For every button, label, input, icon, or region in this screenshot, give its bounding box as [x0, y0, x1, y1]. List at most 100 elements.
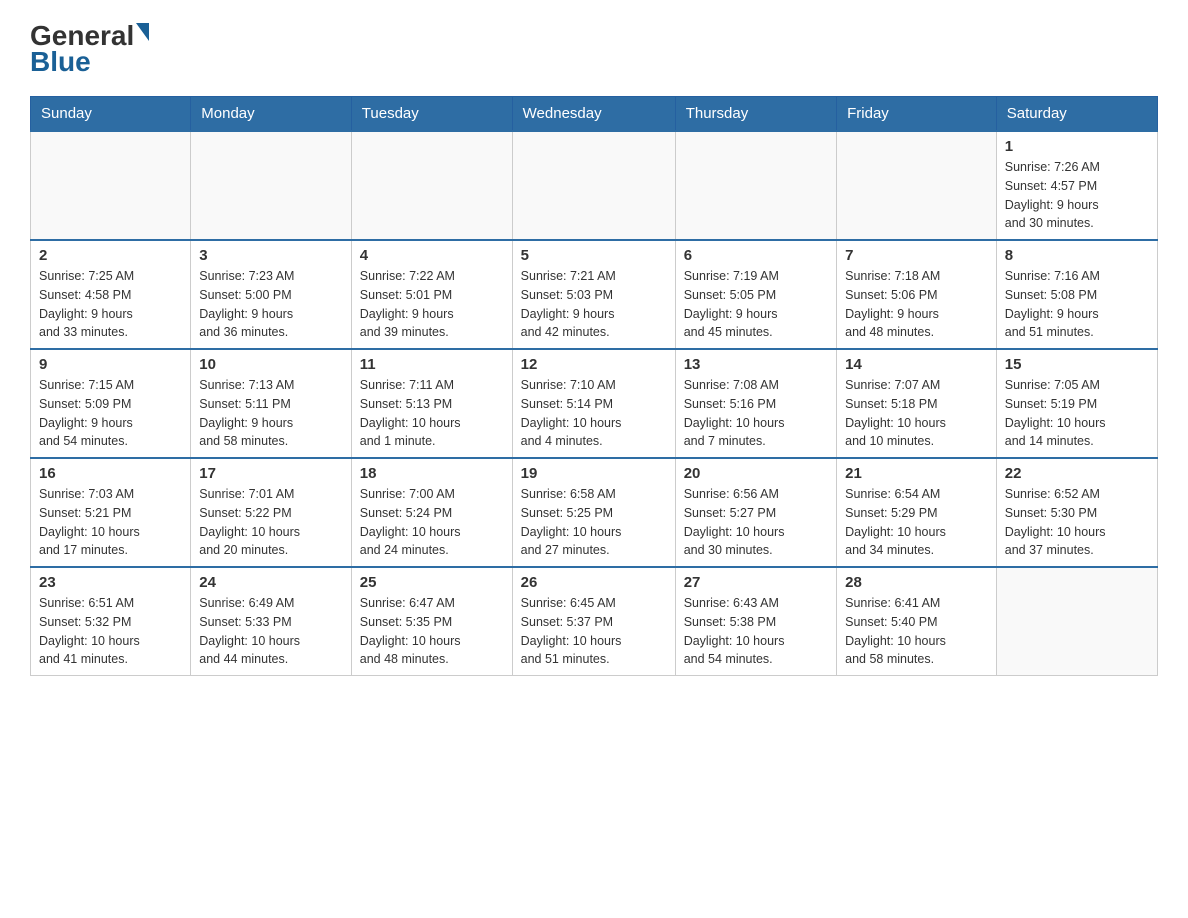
calendar-cell: 12 Sunrise: 7:10 AM Sunset: 5:14 PM Dayli…: [512, 349, 675, 458]
calendar-cell: 18 Sunrise: 7:00 AM Sunset: 5:24 PM Dayli…: [351, 458, 512, 567]
day-number: 26: [521, 574, 667, 591]
day-number: 22: [1005, 465, 1149, 482]
calendar-cell: [996, 567, 1157, 676]
day-of-week-header: Wednesday: [512, 97, 675, 132]
day-info: Sunrise: 7:00 AM Sunset: 5:24 PM Dayligh…: [360, 485, 504, 560]
calendar-cell: 17Sunrise: 7:01 AM Sunset: 5:22 PM Dayli…: [191, 458, 352, 567]
calendar-cell: 25Sunrise: 6:47 AM Sunset: 5:35 PM Dayli…: [351, 567, 512, 676]
day-number: 23: [39, 574, 182, 591]
day-info: Sunrise: 6:51 AM Sunset: 5:32 PM Dayligh…: [39, 594, 182, 669]
logo-blue-text: Blue: [30, 46, 91, 77]
calendar-header-row: SundayMondayTuesdayWednesdayThursdayFrid…: [31, 97, 1158, 132]
day-info: Sunrise: 6:58 AM Sunset: 5:25 PM Dayligh…: [521, 485, 667, 560]
calendar-cell: 9 Sunrise: 7:15 AM Sunset: 5:09 PM Daylig…: [31, 349, 191, 458]
day-info: Sunrise: 7:26 AM Sunset: 4:57 PM Dayligh…: [1005, 158, 1149, 233]
day-number: 27: [684, 574, 828, 591]
day-info: Sunrise: 7:07 AM Sunset: 5:18 PM Dayligh…: [845, 376, 988, 451]
calendar-cell: 26 Sunrise: 6:45 AM Sunset: 5:37 PM Dayli…: [512, 567, 675, 676]
calendar-cell: [31, 131, 191, 240]
calendar-cell: 4 Sunrise: 7:22 AM Sunset: 5:01 PM Daylig…: [351, 240, 512, 349]
day-of-week-header: Tuesday: [351, 97, 512, 132]
calendar-cell: 14 Sunrise: 7:07 AM Sunset: 5:18 PM Dayli…: [837, 349, 997, 458]
day-number: 18: [360, 465, 504, 482]
day-number: 11: [360, 356, 504, 373]
calendar-cell: 22 Sunrise: 6:52 AM Sunset: 5:30 PM Dayli…: [996, 458, 1157, 567]
calendar-week-row: 2 Sunrise: 7:25 AM Sunset: 4:58 PM Daylig…: [31, 240, 1158, 349]
calendar-cell: 15 Sunrise: 7:05 AM Sunset: 5:19 PM Dayli…: [996, 349, 1157, 458]
day-of-week-header: Monday: [191, 97, 352, 132]
calendar-cell: 1 Sunrise: 7:26 AM Sunset: 4:57 PM Daylig…: [996, 131, 1157, 240]
day-info: Sunrise: 7:18 AM Sunset: 5:06 PM Dayligh…: [845, 267, 988, 342]
day-info: Sunrise: 6:56 AM Sunset: 5:27 PM Dayligh…: [684, 485, 828, 560]
day-number: 19: [521, 465, 667, 482]
day-info: Sunrise: 7:05 AM Sunset: 5:19 PM Dayligh…: [1005, 376, 1149, 451]
calendar-cell: 5Sunrise: 7:21 AM Sunset: 5:03 PM Daylig…: [512, 240, 675, 349]
calendar-cell: [837, 131, 997, 240]
calendar-cell: [512, 131, 675, 240]
day-info: Sunrise: 6:45 AM Sunset: 5:37 PM Dayligh…: [521, 594, 667, 669]
day-of-week-header: Saturday: [996, 97, 1157, 132]
calendar-table: SundayMondayTuesdayWednesdayThursdayFrid…: [30, 96, 1158, 676]
calendar-week-row: 1 Sunrise: 7:26 AM Sunset: 4:57 PM Daylig…: [31, 131, 1158, 240]
calendar-cell: 27 Sunrise: 6:43 AM Sunset: 5:38 PM Dayli…: [675, 567, 836, 676]
day-info: Sunrise: 6:49 AM Sunset: 5:33 PM Dayligh…: [199, 594, 343, 669]
day-info: Sunrise: 7:15 AM Sunset: 5:09 PM Dayligh…: [39, 376, 182, 451]
calendar-cell: [675, 131, 836, 240]
calendar-cell: 20 Sunrise: 6:56 AM Sunset: 5:27 PM Dayli…: [675, 458, 836, 567]
calendar-cell: 11 Sunrise: 7:11 AM Sunset: 5:13 PM Dayli…: [351, 349, 512, 458]
day-number: 12: [521, 356, 667, 373]
calendar-week-row: 16 Sunrise: 7:03 AM Sunset: 5:21 PM Dayli…: [31, 458, 1158, 567]
day-info: Sunrise: 6:47 AM Sunset: 5:35 PM Dayligh…: [360, 594, 504, 669]
calendar-cell: 13 Sunrise: 7:08 AM Sunset: 5:16 PM Dayli…: [675, 349, 836, 458]
day-info: Sunrise: 7:22 AM Sunset: 5:01 PM Dayligh…: [360, 267, 504, 342]
day-number: 15: [1005, 356, 1149, 373]
day-number: 8: [1005, 247, 1149, 264]
calendar-cell: [191, 131, 352, 240]
day-info: Sunrise: 7:10 AM Sunset: 5:14 PM Dayligh…: [521, 376, 667, 451]
calendar-cell: 24Sunrise: 6:49 AM Sunset: 5:33 PM Dayli…: [191, 567, 352, 676]
day-number: 2: [39, 247, 182, 264]
day-number: 13: [684, 356, 828, 373]
calendar-cell: 3Sunrise: 7:23 AM Sunset: 5:00 PM Daylig…: [191, 240, 352, 349]
day-number: 4: [360, 247, 504, 264]
calendar-cell: 8 Sunrise: 7:16 AM Sunset: 5:08 PM Daylig…: [996, 240, 1157, 349]
calendar-cell: 6 Sunrise: 7:19 AM Sunset: 5:05 PM Daylig…: [675, 240, 836, 349]
day-info: Sunrise: 7:25 AM Sunset: 4:58 PM Dayligh…: [39, 267, 182, 342]
day-number: 5: [521, 247, 667, 264]
day-info: Sunrise: 6:52 AM Sunset: 5:30 PM Dayligh…: [1005, 485, 1149, 560]
day-info: Sunrise: 7:11 AM Sunset: 5:13 PM Dayligh…: [360, 376, 504, 451]
logo-arrow-icon: [136, 23, 149, 41]
calendar-cell: 23 Sunrise: 6:51 AM Sunset: 5:32 PM Dayli…: [31, 567, 191, 676]
page-header: General Blue: [30, 20, 1158, 78]
calendar-cell: 2 Sunrise: 7:25 AM Sunset: 4:58 PM Daylig…: [31, 240, 191, 349]
calendar-cell: 7 Sunrise: 7:18 AM Sunset: 5:06 PM Daylig…: [837, 240, 997, 349]
day-number: 7: [845, 247, 988, 264]
day-number: 16: [39, 465, 182, 482]
calendar-week-row: 9 Sunrise: 7:15 AM Sunset: 5:09 PM Daylig…: [31, 349, 1158, 458]
day-info: Sunrise: 7:08 AM Sunset: 5:16 PM Dayligh…: [684, 376, 828, 451]
calendar-cell: 16 Sunrise: 7:03 AM Sunset: 5:21 PM Dayli…: [31, 458, 191, 567]
day-of-week-header: Sunday: [31, 97, 191, 132]
calendar-cell: [351, 131, 512, 240]
day-number: 9: [39, 356, 182, 373]
calendar-cell: 10 Sunrise: 7:13 AM Sunset: 5:11 PM Dayli…: [191, 349, 352, 458]
day-number: 21: [845, 465, 988, 482]
day-number: 10: [199, 356, 343, 373]
calendar-week-row: 23 Sunrise: 6:51 AM Sunset: 5:32 PM Dayli…: [31, 567, 1158, 676]
day-info: Sunrise: 7:03 AM Sunset: 5:21 PM Dayligh…: [39, 485, 182, 560]
day-of-week-header: Thursday: [675, 97, 836, 132]
day-info: Sunrise: 7:23 AM Sunset: 5:00 PM Dayligh…: [199, 267, 343, 342]
day-number: 17: [199, 465, 343, 482]
day-info: Sunrise: 6:54 AM Sunset: 5:29 PM Dayligh…: [845, 485, 988, 560]
day-number: 14: [845, 356, 988, 373]
calendar-cell: 19 Sunrise: 6:58 AM Sunset: 5:25 PM Dayli…: [512, 458, 675, 567]
day-info: Sunrise: 7:16 AM Sunset: 5:08 PM Dayligh…: [1005, 267, 1149, 342]
day-number: 6: [684, 247, 828, 264]
day-info: Sunrise: 7:19 AM Sunset: 5:05 PM Dayligh…: [684, 267, 828, 342]
day-number: 20: [684, 465, 828, 482]
calendar-cell: 21 Sunrise: 6:54 AM Sunset: 5:29 PM Dayli…: [837, 458, 997, 567]
day-number: 28: [845, 574, 988, 591]
day-info: Sunrise: 6:43 AM Sunset: 5:38 PM Dayligh…: [684, 594, 828, 669]
day-number: 1: [1005, 138, 1149, 155]
day-info: Sunrise: 7:13 AM Sunset: 5:11 PM Dayligh…: [199, 376, 343, 451]
